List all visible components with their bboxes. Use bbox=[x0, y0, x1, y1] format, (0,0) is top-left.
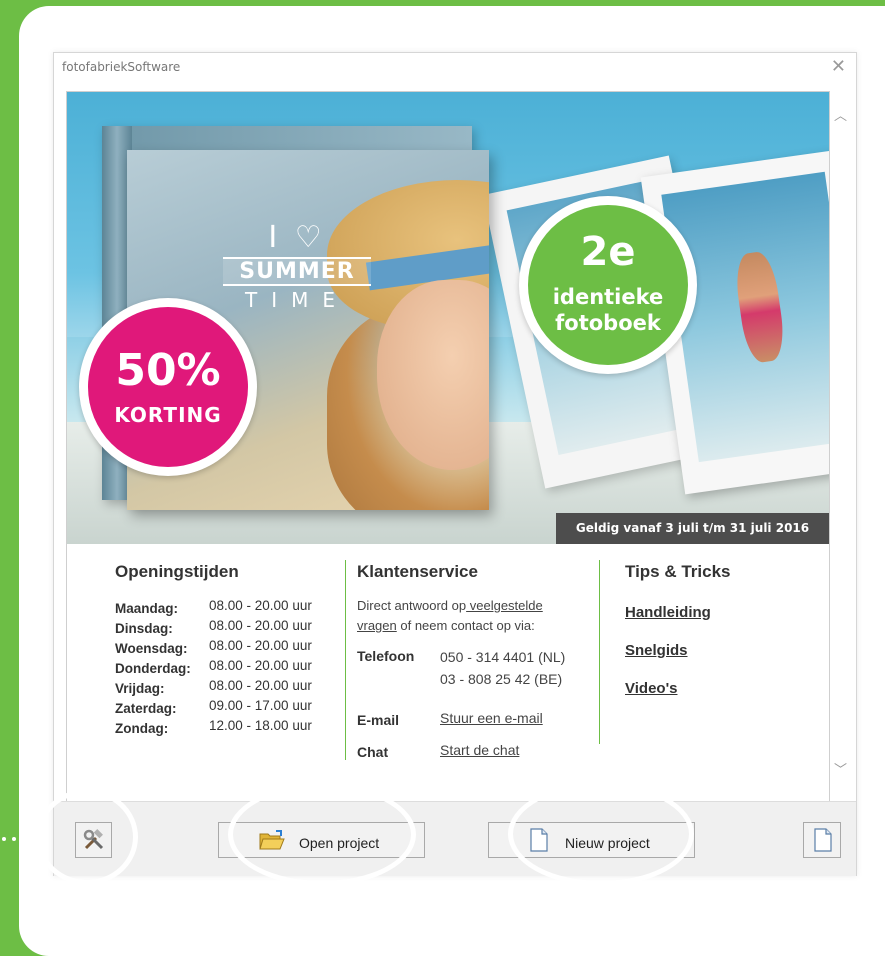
hours-row: Vrijdag: 08.00 - 20.00 uur bbox=[115, 678, 335, 698]
hours-row: Zaterdag: 09.00 - 17.00 uur bbox=[115, 698, 335, 718]
jumping-girl-image bbox=[732, 249, 788, 365]
document-button[interactable] bbox=[803, 822, 841, 858]
new-project-button[interactable]: Nieuw project bbox=[488, 822, 695, 858]
pointer-dot bbox=[320, 893, 324, 897]
pointer-dot bbox=[320, 903, 324, 907]
hours-value: 08.00 - 20.00 uur bbox=[209, 618, 312, 633]
offer-line-1: identieke bbox=[552, 285, 664, 309]
phone-label: Telefoon bbox=[357, 648, 415, 664]
document-icon bbox=[814, 828, 832, 852]
intro-text-cont: of neem contact op via: bbox=[396, 618, 535, 633]
summer-word: SUMMER bbox=[223, 257, 371, 286]
manual-link[interactable]: Handleiding bbox=[625, 604, 711, 621]
discount-label: KORTING bbox=[114, 403, 222, 427]
email-label: E-mail bbox=[357, 712, 400, 728]
new-document-icon bbox=[530, 828, 548, 852]
content-pane: I ♡ SUMMER TIME 50% KORTING 2e identieke… bbox=[66, 91, 830, 853]
hours-row: Dinsdag: 08.00 - 20.00 uur bbox=[115, 618, 335, 638]
quickguide-link[interactable]: Snelgids bbox=[625, 642, 688, 659]
day-label: Vrijdag: bbox=[115, 681, 165, 696]
summer-title: I ♡ SUMMER TIME bbox=[217, 220, 377, 312]
bottom-toolbar: Open project Nieuw project bbox=[54, 801, 856, 876]
hours-value: 12.00 - 18.00 uur bbox=[209, 718, 312, 733]
pointer-dot bbox=[601, 903, 605, 907]
day-label: Dinsdag: bbox=[115, 621, 173, 636]
title-bar: fotofabriekSoftware ✕ bbox=[54, 53, 856, 83]
chevron-up-icon[interactable]: ︿ bbox=[834, 105, 847, 124]
tips-title: Tips & Tricks bbox=[625, 562, 731, 581]
hours-value: 09.00 - 17.00 uur bbox=[209, 698, 312, 713]
pointer-dot bbox=[2, 837, 6, 841]
hours-row: Woensdag: 08.00 - 20.00 uur bbox=[115, 638, 335, 658]
app-window: fotofabriekSoftware ✕ I ♡ SUMMER TIME 50… bbox=[53, 52, 857, 876]
hours-row: Maandag: 08.00 - 20.00 uur bbox=[115, 598, 335, 618]
open-project-button[interactable]: Open project bbox=[218, 822, 425, 858]
summer-time: TIME bbox=[244, 288, 349, 312]
chat-link[interactable]: Start de chat bbox=[440, 742, 519, 758]
settings-button[interactable] bbox=[75, 822, 112, 858]
day-label: Woensdag: bbox=[115, 641, 188, 656]
hours-row: Donderdag: 08.00 - 20.00 uur bbox=[115, 658, 335, 678]
email-link[interactable]: Stuur een e-mail bbox=[440, 710, 543, 726]
vertical-scrollbar[interactable]: ︿ ﹀ bbox=[830, 91, 854, 851]
open-project-label: Open project bbox=[299, 835, 380, 851]
offer-badge: 2e identieke fotoboek bbox=[519, 196, 697, 374]
offer-big: 2e bbox=[580, 229, 636, 275]
day-label: Zaterdag: bbox=[115, 701, 177, 716]
chat-label: Chat bbox=[357, 744, 389, 760]
tools-icon bbox=[83, 829, 104, 850]
hours-value: 08.00 - 20.00 uur bbox=[209, 678, 312, 693]
faq-link-cont[interactable]: vragen bbox=[357, 618, 397, 633]
promo-banner[interactable]: I ♡ SUMMER TIME 50% KORTING 2e identieke… bbox=[67, 92, 829, 544]
hours-value: 08.00 - 20.00 uur bbox=[209, 658, 312, 673]
discount-percent: 50% bbox=[115, 345, 221, 396]
pointer-dot bbox=[22, 837, 26, 841]
column-divider bbox=[599, 560, 600, 744]
offer-line-2: fotoboek bbox=[555, 311, 661, 335]
hours-value: 08.00 - 20.00 uur bbox=[209, 638, 312, 653]
window-title: fotofabriekSoftware bbox=[62, 60, 181, 74]
pointer-dot bbox=[601, 893, 605, 897]
day-label: Zondag: bbox=[115, 721, 169, 736]
hours-value: 08.00 - 20.00 uur bbox=[209, 598, 312, 613]
day-label: Maandag: bbox=[115, 601, 179, 616]
column-divider bbox=[345, 560, 346, 760]
phone-be: 03 - 808 25 42 (BE) bbox=[440, 671, 563, 687]
summer-love: I ♡ bbox=[268, 220, 326, 255]
chevron-down-icon[interactable]: ﹀ bbox=[834, 759, 847, 778]
intro-text: Direct antwoord op bbox=[357, 598, 467, 613]
service-title: Klantenservice bbox=[357, 562, 478, 581]
service-intro: Direct antwoord op veelgestelde vragen o… bbox=[357, 596, 587, 636]
opening-hours-title: Openingstijden bbox=[115, 562, 239, 581]
opening-hours-list: Maandag: 08.00 - 20.00 uur Dinsdag: 08.00 … bbox=[115, 598, 335, 738]
videos-link[interactable]: Video's bbox=[625, 680, 677, 697]
hours-row: Zondag: 12.00 - 18.00 uur bbox=[115, 718, 335, 738]
close-icon[interactable]: ✕ bbox=[831, 56, 846, 77]
phone-nl: 050 - 314 4401 (NL) bbox=[440, 649, 566, 665]
pointer-dot bbox=[12, 837, 16, 841]
new-project-label: Nieuw project bbox=[565, 835, 650, 851]
day-label: Donderdag: bbox=[115, 661, 191, 676]
discount-badge: 50% KORTING bbox=[79, 298, 257, 476]
validity-strip: Geldig vanaf 3 juli t/m 31 juli 2016 bbox=[556, 513, 829, 544]
faq-link[interactable]: veelgestelde bbox=[466, 598, 543, 613]
folder-open-icon bbox=[259, 830, 285, 850]
